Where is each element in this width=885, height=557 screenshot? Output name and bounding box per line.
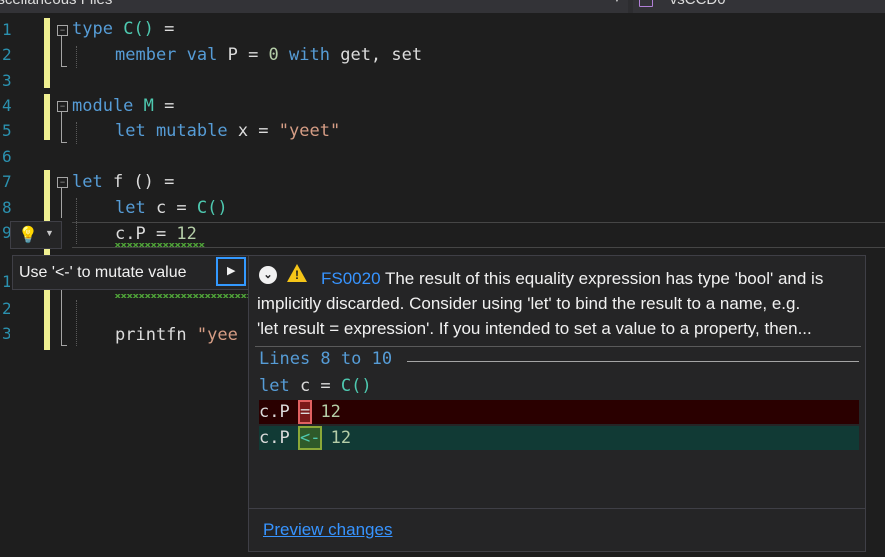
code-line[interactable]: let c = C() — [115, 196, 228, 220]
line-number: 6 — [2, 147, 12, 166]
fold-guide — [61, 112, 62, 142]
identifier: c.P — [259, 402, 300, 422]
keyword: let — [259, 376, 290, 396]
collapse-icon[interactable]: − — [57, 101, 68, 112]
line-number: 3 — [2, 71, 12, 90]
module-name: M — [133, 96, 154, 116]
preview-changes-link[interactable]: Preview changes — [263, 520, 392, 540]
change-indicator — [44, 18, 50, 88]
chevron-down-icon: ▼ — [612, 0, 622, 5]
fold-guide — [61, 345, 67, 346]
code-line[interactable]: let mutable x = "yeet" — [115, 119, 340, 143]
type-name: C() — [123, 19, 154, 39]
line-number: 1 — [2, 272, 10, 291]
member-dropdown[interactable]: ~vsCCD0 — [633, 0, 885, 13]
diff-added-line: c.P <- 12 — [259, 426, 859, 450]
keyword: type — [72, 19, 113, 39]
code-line[interactable]: member val P = 0 with get, set — [115, 43, 422, 67]
line-number: 5 — [2, 121, 12, 140]
identifier: c.P — [259, 428, 300, 448]
warning-squiggle — [115, 243, 205, 247]
identifier: x = — [227, 121, 279, 141]
message-text-2: implicitly discarded. Consider using 'le… — [257, 294, 801, 313]
warning-squiggle — [115, 294, 249, 298]
identifier: printfn — [115, 325, 197, 345]
code-line[interactable]: let f () = — [72, 170, 174, 194]
diagnostic-message: FS0020 The result of this equality expre… — [257, 266, 857, 341]
diff-header: Lines 8 to 10 — [259, 349, 393, 369]
navigation-bar: iscellaneous Files ▼ ~vsCCD0 — [0, 0, 885, 13]
file-dropdown[interactable]: iscellaneous Files ▼ — [0, 0, 628, 13]
number-literal: 12 — [176, 224, 197, 244]
code-line[interactable]: printfn "yee — [115, 323, 238, 347]
identifier: c.P = — [115, 224, 177, 244]
type-name: C() — [196, 198, 228, 218]
fold-guide — [61, 290, 62, 345]
removed-token: = — [297, 400, 313, 424]
operator: = — [153, 19, 175, 39]
number-literal: 12 — [310, 402, 341, 422]
preview-popup: ⌄ ! FS0020 The result of this equality e… — [248, 255, 866, 552]
indent-guide — [76, 122, 77, 144]
line-number: 8 — [2, 198, 12, 217]
diagnostic-code-link[interactable]: FS0020 — [321, 269, 381, 288]
keyword: module — [72, 96, 134, 116]
line-number: 4 — [2, 96, 12, 115]
code-line[interactable]: module M = — [72, 94, 174, 118]
number-literal: 0 — [268, 45, 279, 65]
member-dropdown-label: ~vsCCD0 — [661, 0, 726, 8]
line-number: 7 — [2, 172, 12, 191]
file-dropdown-label: iscellaneous Files — [0, 0, 112, 8]
quick-action-label: Use '<-' to mutate value — [19, 264, 187, 281]
identifier: get, set — [329, 45, 423, 65]
indent-guide — [76, 300, 77, 346]
keyword: let mutable — [115, 121, 228, 141]
diff-context-line: let c = C() — [259, 374, 859, 398]
identifier: P = — [217, 45, 269, 65]
identifier: c = — [289, 376, 341, 396]
expand-preview-button[interactable]: ▶ — [216, 257, 246, 286]
collapse-icon[interactable]: − — [57, 25, 68, 36]
code-line[interactable]: type C() = — [72, 17, 174, 41]
number-literal: 12 — [320, 428, 352, 448]
chevron-right-icon: ▶ — [227, 265, 236, 277]
identifier: f () = — [102, 172, 175, 192]
fold-guide — [61, 66, 67, 67]
identifier: c = — [145, 198, 197, 218]
indent-guide — [76, 46, 77, 68]
fold-guide — [61, 36, 62, 66]
type-name: C() — [340, 376, 372, 396]
message-text-3: 'let result = expression'. If you intend… — [257, 319, 812, 338]
quick-action-use-mutate[interactable]: Use '<-' to mutate value — [13, 256, 217, 289]
line-number: 2 — [2, 45, 12, 64]
line-number: 2 — [2, 299, 10, 318]
keyword: member val — [115, 45, 218, 65]
diff-removed-line: c.P = 12 — [259, 400, 859, 424]
string-literal: "yee — [196, 325, 238, 345]
keyword: let — [72, 172, 103, 192]
fold-guide — [61, 142, 67, 143]
lightbulb-icon: 💡 — [18, 227, 38, 244]
member-icon — [639, 0, 653, 7]
keyword: let — [115, 198, 146, 218]
added-token: <- — [297, 426, 323, 450]
message-text-1: The result of this equality expression h… — [384, 269, 824, 288]
line-number: 9 — [2, 223, 10, 242]
lightbulb-button[interactable]: 💡 ▼ — [10, 221, 62, 249]
quick-actions-menu: Use '<-' to mutate value ▶ — [12, 255, 250, 290]
keyword: with — [278, 45, 330, 65]
change-indicator — [44, 94, 50, 140]
operator: = — [153, 96, 175, 116]
divider — [407, 361, 859, 362]
string-literal: "yeet" — [278, 121, 341, 141]
chevron-down-icon: ▼ — [45, 228, 54, 238]
collapse-icon[interactable]: − — [57, 177, 68, 188]
divider — [255, 346, 861, 347]
fold-guide — [61, 188, 62, 218]
line-number: 3 — [2, 324, 10, 343]
divider — [249, 508, 865, 509]
line-number: 1 — [2, 20, 12, 39]
